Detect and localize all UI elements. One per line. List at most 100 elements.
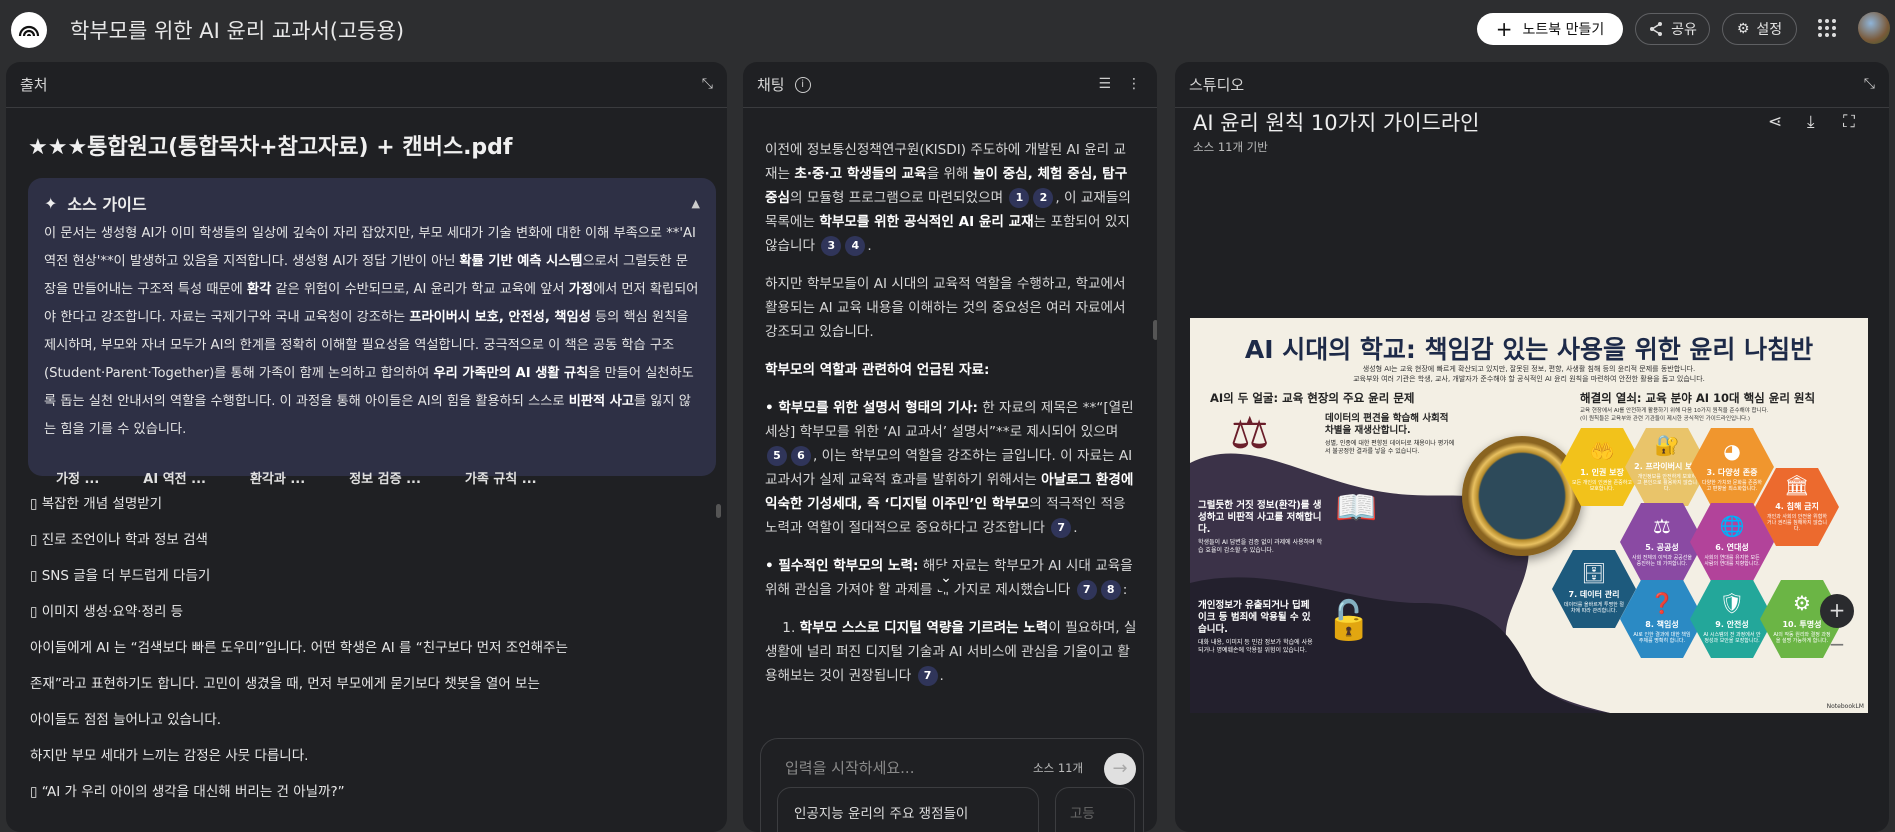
- zoom-out-button[interactable]: −: [1820, 628, 1854, 662]
- more-vert-icon[interactable]: ⋮: [1127, 76, 1141, 92]
- topic-chip[interactable]: 가족 규칙 ...: [453, 462, 549, 493]
- chat-response: 이전에 정보통신정책연구원(KISDI) 주도하에 개발된 AI 윤리 교재는 …: [765, 138, 1137, 702]
- sources-panel: 출처 ⤡ ★★★통합원고(통합목차+참고자료) + 캔버스.pdf ✦ 소스 가…: [6, 62, 727, 832]
- create-notebook-button[interactable]: + 노트북 만들기: [1477, 13, 1623, 45]
- source-line: 하지만 부모 세대가 느끼는 감정은 사뭇 다릅니다.: [30, 748, 309, 764]
- chat-input-box: 입력을 시작하세요... 소스 11개 → 인공지능 윤리의 주요 쟁점들이 고…: [760, 738, 1144, 832]
- principle-icon: ◕: [1723, 439, 1741, 463]
- text-span: 하지만 학부모들이 AI 시대의 교육적 역할을 수행하고, 학교에서 활용되는…: [765, 276, 1126, 340]
- source-guide-header[interactable]: ✦ 소스 가이드 ▲: [44, 190, 700, 216]
- citation-chip[interactable]: 3: [821, 236, 842, 256]
- topic-chip[interactable]: 정보 검증 ...: [337, 462, 433, 493]
- principle-description: 데이터를 올바르게 투명한 절차에 따라 관리합니다.: [1564, 602, 1624, 614]
- topic-chip[interactable]: AI 역전 ...: [131, 462, 218, 493]
- citation-chip[interactable]: 1: [1009, 188, 1030, 208]
- issue-heading: 개인정보가 유출되거나 딥페이크 등 범죄에 악용될 수 있습니다.: [1198, 600, 1311, 635]
- principle-name: 8. 책임성: [1645, 620, 1679, 629]
- notebooklm-logo-icon[interactable]: [11, 12, 47, 48]
- citation-chip[interactable]: 6: [791, 446, 811, 466]
- chat-panel: 채팅 i ☰ ⋮ 이전에 정보통신정책연구원(KISDI) 주도하에 개발된 A…: [743, 62, 1157, 832]
- source-line: ▯ “AI 가 우리 아이의 생각을 대신해 버리는 건 아닐까?”: [30, 784, 345, 800]
- chat-paragraph: 학부모의 역할과 관련하여 언급된 자료:: [765, 358, 1137, 382]
- info-icon[interactable]: i: [794, 76, 811, 93]
- citation-chip[interactable]: 7: [917, 666, 938, 686]
- bold-text: 환각: [246, 282, 272, 297]
- bold-text: 우리 가족만의 AI 생활 규칙: [433, 366, 589, 381]
- fullscreen-icon[interactable]: ⛶: [1843, 112, 1855, 132]
- principle-hexagon: ◕ 3. 다양성 존중 다양한 가치와 문화를 존중하고 편향을 최소화합니다.: [1690, 428, 1774, 506]
- citation-chip[interactable]: 7: [1076, 580, 1097, 600]
- book-cloud-illustration: 📖: [1335, 488, 1378, 528]
- artifact-title: AI 윤리 원칙 10가지 가이드라인: [1193, 111, 1480, 135]
- bold-text: 가정: [568, 282, 593, 297]
- text-span: 을 위해: [926, 166, 973, 182]
- collapse-panel-icon[interactable]: ⤡: [1864, 76, 1875, 92]
- scrollbar[interactable]: [1153, 320, 1157, 340]
- bold-text: • 학부모를 위한 설명서 형태의 기사:: [765, 400, 978, 416]
- citation-chip[interactable]: 7: [1051, 518, 1072, 538]
- chat-input[interactable]: 입력을 시작하세요...: [785, 757, 914, 778]
- share-icon[interactable]: ⋖: [1768, 112, 1782, 132]
- principles-heading: 해결의 열쇠: 교육 분야 AI 10대 핵심 윤리 원칙: [1580, 391, 1816, 405]
- citation-chip[interactable]: 5: [767, 446, 787, 466]
- issue-heading: 그럴듯한 거짓 정보(환각)를 생성하고 비판적 사고를 저해합니다.: [1198, 500, 1322, 535]
- notebook-title[interactable]: 학부모를 위한 AI 윤리 교과서(고등용): [70, 15, 404, 45]
- scroll-down-button[interactable]: ⌄: [933, 566, 959, 592]
- chat-panel-header: 채팅 i ☰ ⋮: [743, 62, 1157, 108]
- chat-panel-title: 채팅: [757, 76, 785, 94]
- share-button[interactable]: 공유: [1635, 13, 1710, 45]
- tune-settings-icon[interactable]: ☰: [1098, 76, 1111, 92]
- citation-chip[interactable]: 8: [1100, 580, 1121, 600]
- arrow-right-icon: →: [1112, 758, 1128, 779]
- notebooklm-watermark: NotebookLM: [1826, 703, 1864, 710]
- zoom-in-button[interactable]: +: [1820, 594, 1854, 628]
- settings-label: 설정: [1756, 22, 1783, 38]
- scrollbar[interactable]: [716, 504, 721, 518]
- share-label: 공유: [1671, 22, 1697, 38]
- suggested-question[interactable]: 인공지능 윤리의 주요 쟁점들이: [777, 787, 1039, 832]
- issue-description: 성별, 인종에 대한 편향된 데이터로 채용이나 평가에서 불공정한 결과를 낳…: [1325, 440, 1455, 455]
- principle-name: 5. 공공성: [1645, 543, 1679, 552]
- principle-icon: ⚙: [1793, 591, 1811, 615]
- issue-description: 대화 내용, 이미지 등 민감 정보가 학습에 사용되거나 명예훼손에 악용될 …: [1198, 639, 1313, 654]
- download-icon[interactable]: ⤓: [1807, 112, 1815, 132]
- principle-description: 모든 개인의 인권을 존중하고 보호합니다.: [1572, 480, 1632, 492]
- lock-illustration: 🔓: [1325, 598, 1373, 642]
- settings-button[interactable]: ⚙ 설정: [1722, 13, 1797, 45]
- infographic: AI 시대의 학교: 책임감 있는 사용을 위한 윤리 나침반 생성형 AI는 …: [1190, 318, 1868, 713]
- text-span: 같은 위험이 수반되므로, AI 윤리가 학교 교육에 앞서: [271, 282, 569, 297]
- gear-icon: ⚙: [1736, 21, 1750, 37]
- collapse-panel-icon[interactable]: ⤡: [702, 76, 713, 92]
- bold-text: • 필수적인 학부모의 노력:: [765, 558, 919, 574]
- topic-chip[interactable]: 가정 ...: [44, 462, 111, 493]
- principle-name: 10. 투명성: [1782, 620, 1822, 629]
- text-span: .: [867, 238, 872, 254]
- top-bar: 학부모를 위한 AI 윤리 교과서(고등용) + 노트북 만들기 공유 ⚙ 설정: [0, 0, 1895, 60]
- principle-icon: 🗄: [1581, 561, 1607, 585]
- source-line: 아이들도 점점 늘어나고 있습니다.: [30, 712, 222, 728]
- citation-chip[interactable]: 2: [1033, 188, 1054, 208]
- citation-chip[interactable]: 4: [845, 236, 866, 256]
- principle-icon: ⚖: [1653, 514, 1671, 538]
- topic-chips: 가정 ... AI 역전 ... 환각과 ... 정보 검증 ... 가족 규칙…: [44, 462, 700, 493]
- source-count: 소스 11개: [1033, 761, 1084, 775]
- principle-icon: 🌐: [1719, 514, 1745, 538]
- principle-icon: 🏛: [1784, 473, 1810, 497]
- suggested-question[interactable]: 고등: [1055, 787, 1135, 832]
- send-button[interactable]: →: [1104, 753, 1136, 785]
- infographic-title: AI 시대의 학교: 책임감 있는 사용을 위한 윤리 나침반: [1244, 335, 1814, 364]
- principles-subtitle: (이 원칙들은 교육부와 관련 기관들이 제시한 공식적인 가이드라인입니다.): [1580, 416, 1751, 422]
- principle-name: 9. 안전성: [1715, 620, 1749, 629]
- topic-chip[interactable]: 환각과 ...: [238, 462, 317, 493]
- principle-name: 2. 프라이버시 보호: [1634, 462, 1700, 471]
- plus-icon: +: [1495, 17, 1513, 41]
- collapse-caret-icon[interactable]: ▲: [692, 197, 700, 210]
- compass-illustration: [1462, 436, 1582, 556]
- source-line: 아이들에게 AI 는 “검색보다 빠른 도우미”입니다. 어떤 학생은 AI 를…: [30, 640, 568, 656]
- studio-panel: 스튜디오 ⤡ AI 윤리 원칙 10가지 가이드라인 소스 11개 기반 ⋖ ⤓…: [1175, 62, 1889, 832]
- apps-grid-icon[interactable]: [1818, 19, 1836, 37]
- source-line: 존재”라고 표현하기도 합니다. 고민이 생겼을 때, 먼저 부모에게 묻기보다…: [30, 676, 540, 692]
- user-avatar[interactable]: [1858, 12, 1890, 44]
- chevron-down-icon: ⌄: [940, 570, 952, 586]
- text-span: :: [1122, 582, 1128, 598]
